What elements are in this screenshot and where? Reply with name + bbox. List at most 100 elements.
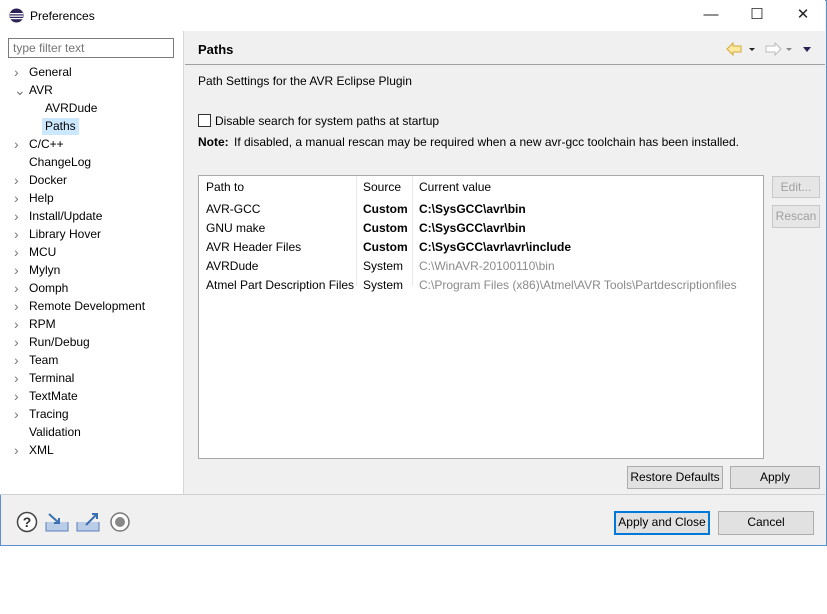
table-header: Path to Source Current value xyxy=(199,178,763,197)
tree-item-c-c-[interactable]: › C/C++ xyxy=(0,135,184,153)
import-icon[interactable] xyxy=(45,513,69,532)
cell-source: Custom xyxy=(363,221,408,235)
tree-item-label: Docker xyxy=(29,173,68,187)
tree-item-label: XML xyxy=(29,443,54,457)
back-dropdown-icon[interactable] xyxy=(749,48,755,51)
chevron-right-icon[interactable]: › xyxy=(14,405,19,423)
table-row[interactable]: GNU make Custom C:\SysGCC\avr\bin xyxy=(199,219,763,238)
tree-item-label: AVRDude xyxy=(45,101,98,115)
tree-item-changelog[interactable]: ChangeLog xyxy=(0,153,184,171)
chevron-right-icon[interactable]: › xyxy=(14,369,19,387)
filter-input[interactable] xyxy=(8,38,174,58)
tree-item-remote-development[interactable]: › Remote Development xyxy=(0,297,184,315)
cell-value: C:\WinAVR-20100110\bin xyxy=(419,259,555,273)
tree-item-xml[interactable]: › XML xyxy=(0,441,184,459)
forward-dropdown-icon[interactable] xyxy=(786,48,792,51)
chevron-right-icon[interactable]: › xyxy=(14,189,19,207)
tree-item-avrdude[interactable]: AVRDude xyxy=(0,99,184,117)
back-arrow-icon[interactable] xyxy=(726,42,742,56)
minimize-button[interactable]: — xyxy=(688,4,734,28)
tree-item-rpm[interactable]: › RPM xyxy=(0,315,184,333)
tree-item-run-debug[interactable]: › Run/Debug xyxy=(0,333,184,351)
edit-button[interactable]: Edit... xyxy=(772,176,820,198)
cell-value: C:\SysGCC\avr\avr\include xyxy=(419,240,572,254)
cell-path: Atmel Part Description Files xyxy=(206,278,355,292)
tree-item-label: ChangeLog xyxy=(29,155,92,169)
tree-item-docker[interactable]: › Docker xyxy=(0,171,184,189)
chevron-right-icon[interactable]: › xyxy=(14,135,19,153)
tree-item-avr[interactable]: ⌄ AVR xyxy=(0,81,184,99)
footer-icons: ? xyxy=(16,511,130,533)
tree-item-mcu[interactable]: › MCU xyxy=(0,243,184,261)
tree-item-validation[interactable]: Validation xyxy=(0,423,184,441)
tree-item-label: RPM xyxy=(29,317,56,331)
page-description: Path Settings for the AVR Eclipse Plugin xyxy=(198,74,412,88)
chevron-right-icon[interactable]: › xyxy=(14,207,19,225)
chevron-right-icon[interactable]: › xyxy=(14,261,19,279)
record-icon[interactable] xyxy=(110,512,130,532)
tree-item-team[interactable]: › Team xyxy=(0,351,184,369)
window-title: Preferences xyxy=(30,9,95,23)
tree-item-label: General xyxy=(29,65,72,79)
export-icon[interactable] xyxy=(76,513,100,532)
chevron-right-icon[interactable]: › xyxy=(14,315,19,333)
tree-item-library-hover[interactable]: › Library Hover xyxy=(0,225,184,243)
column-current-value[interactable]: Current value xyxy=(419,178,491,197)
cell-path: AVR-GCC xyxy=(206,202,261,216)
chevron-right-icon[interactable]: › xyxy=(14,387,19,405)
chevron-right-icon[interactable]: › xyxy=(14,279,19,297)
close-button[interactable]: ✕ xyxy=(780,4,826,28)
tree-item-tracing[interactable]: › Tracing xyxy=(0,405,184,423)
tree-item-label: C/C++ xyxy=(29,137,64,151)
tree-item-paths[interactable]: Paths xyxy=(0,117,184,135)
cell-path: GNU make xyxy=(206,221,266,235)
chevron-right-icon[interactable]: › xyxy=(14,351,19,369)
cell-source: Custom xyxy=(363,240,408,254)
view-menu-icon[interactable] xyxy=(803,47,811,52)
tree-item-label: Help xyxy=(29,191,54,205)
tree-item-terminal[interactable]: › Terminal xyxy=(0,369,184,387)
tree-item-general[interactable]: › General xyxy=(0,63,184,81)
disable-search-checkbox[interactable] xyxy=(198,114,211,127)
tree-item-install-update[interactable]: › Install/Update xyxy=(0,207,184,225)
column-path-to[interactable]: Path to xyxy=(206,178,244,197)
chevron-right-icon[interactable]: › xyxy=(14,297,19,315)
restore-defaults-button[interactable]: Restore Defaults xyxy=(627,466,723,489)
chevron-right-icon[interactable]: › xyxy=(14,171,19,189)
title-bar: Preferences — ☐ ✕ xyxy=(0,0,825,31)
tree-item-label: Terminal xyxy=(29,371,75,385)
chevron-right-icon[interactable]: › xyxy=(14,243,19,261)
rescan-button[interactable]: Rescan xyxy=(772,205,820,228)
cancel-button[interactable]: Cancel xyxy=(718,511,814,535)
chevron-right-icon[interactable]: › xyxy=(14,441,19,459)
tree-item-label: MCU xyxy=(29,245,57,259)
paths-table[interactable]: Path to Source Current value AVR-GCC Cust… xyxy=(198,175,764,459)
chevron-down-icon[interactable]: ⌄ xyxy=(14,81,26,99)
help-icon[interactable]: ? xyxy=(16,511,38,533)
maximize-button[interactable]: ☐ xyxy=(734,4,780,28)
table-row[interactable]: AVR-GCC Custom C:\SysGCC\avr\bin xyxy=(199,200,763,219)
cell-path: AVRDude xyxy=(206,259,259,273)
table-row[interactable]: AVR Header Files Custom C:\SysGCC\avr\avr\… xyxy=(199,238,763,257)
tree-item-textmate[interactable]: › TextMate xyxy=(0,387,184,405)
cell-path: AVR Header Files xyxy=(206,240,302,254)
column-source[interactable]: Source xyxy=(363,178,401,197)
cell-value: C:\Program Files (x86)\Atmel\AVR Tools\P… xyxy=(419,278,737,292)
svg-text:?: ? xyxy=(23,514,32,530)
note-label: Note: xyxy=(198,135,229,149)
chevron-right-icon[interactable]: › xyxy=(14,225,19,243)
tree-item-mylyn[interactable]: › Mylyn xyxy=(0,261,184,279)
eclipse-icon xyxy=(9,8,24,23)
table-row[interactable]: Atmel Part Description Files System C:\Pro… xyxy=(199,276,763,295)
cell-source: Custom xyxy=(363,202,408,216)
apply-and-close-button[interactable]: Apply and Close xyxy=(614,511,710,535)
tree-item-help[interactable]: › Help xyxy=(0,189,184,207)
tree-item-label: Library Hover xyxy=(29,227,102,241)
chevron-right-icon[interactable]: › xyxy=(14,63,19,81)
tree-item-oomph[interactable]: › Oomph xyxy=(0,279,184,297)
table-row[interactable]: AVRDude System C:\WinAVR-20100110\bin xyxy=(199,257,763,276)
chevron-right-icon[interactable]: › xyxy=(14,333,19,351)
tree-item-label: Remote Development xyxy=(29,299,146,313)
forward-arrow-icon[interactable] xyxy=(765,42,782,56)
apply-button[interactable]: Apply xyxy=(730,466,820,489)
